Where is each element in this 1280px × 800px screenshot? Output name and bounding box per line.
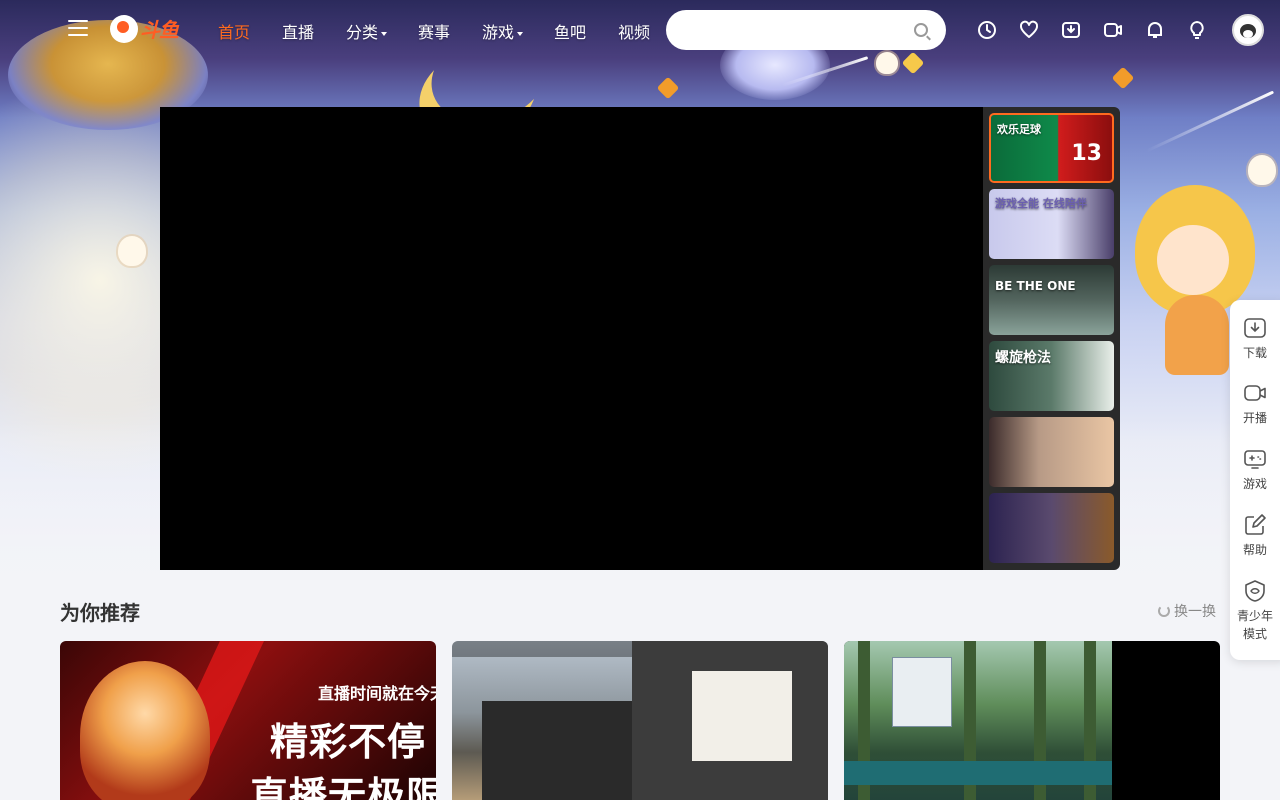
featured-thumb[interactable]: 欢乐足球 13: [989, 113, 1114, 183]
leaf-decoration: [656, 76, 680, 100]
side-help-label: 帮助: [1242, 543, 1267, 557]
side-golive-button[interactable]: 开播: [1230, 381, 1280, 427]
right-toolbar: 下载 开播 游戏 帮助 青少年模式: [1230, 300, 1280, 660]
nav-live[interactable]: 直播: [282, 19, 314, 43]
caret-down-icon: [517, 31, 524, 36]
avatar[interactable]: [1232, 14, 1264, 46]
refresh-label: 换一换: [1174, 604, 1216, 620]
nav-video[interactable]: 视频: [618, 19, 650, 43]
lightbulb-icon[interactable]: [1187, 20, 1207, 40]
featured-thumb[interactable]: BE THE ONE: [989, 265, 1114, 335]
side-help-button[interactable]: 帮助: [1230, 513, 1280, 559]
nav-events[interactable]: 赛事: [418, 19, 450, 43]
search-box: [666, 10, 946, 50]
featured-thumbnail-list: 欢乐足球 13 游戏全能 在线陪伴 BE THE ONE 螺旋枪法: [983, 107, 1120, 570]
card-headline-2: 直播无极限: [250, 774, 436, 800]
nav-games[interactable]: 游戏: [482, 19, 524, 43]
bell-icon[interactable]: [1145, 20, 1165, 40]
side-golive-label: 开播: [1242, 411, 1267, 425]
recommend-card[interactable]: 直播时间就在今天 精彩不停 直播无极限: [60, 641, 436, 800]
featured-thumb[interactable]: 螺旋枪法: [989, 341, 1114, 411]
video-player[interactable]: [160, 107, 983, 570]
side-games-label: 游戏: [1242, 477, 1267, 491]
side-download-button[interactable]: 下载: [1230, 316, 1280, 362]
game-scene: [844, 641, 1112, 800]
camera-live-icon[interactable]: [1103, 20, 1123, 40]
side-games-button[interactable]: 游戏: [1230, 447, 1280, 493]
side-teen-mode-label: 青少年模式: [1236, 609, 1273, 641]
recommend-card[interactable]: [844, 641, 1220, 800]
side-teen-mode-button[interactable]: 青少年模式: [1230, 579, 1280, 643]
download-icon[interactable]: [1061, 20, 1081, 40]
history-icon[interactable]: [977, 20, 997, 40]
logo-text: 斗鱼: [140, 18, 179, 42]
follow-heart-icon[interactable]: [1019, 20, 1039, 40]
recommend-card[interactable]: [452, 641, 828, 800]
shooting-star: [1145, 90, 1275, 153]
search-icon[interactable]: [914, 23, 928, 37]
bunny-decoration: [118, 236, 146, 266]
leaf-decoration: [1111, 66, 1135, 90]
side-download-label: 下载: [1242, 346, 1267, 360]
refresh-icon: [1158, 605, 1170, 617]
featured-thumb[interactable]: 游戏全能 在线陪伴: [989, 189, 1114, 259]
featured-thumb[interactable]: [989, 417, 1114, 487]
teen-mode-icon: [1245, 580, 1265, 602]
game-building: [632, 641, 828, 800]
game-menu-panel: [892, 657, 952, 727]
card-character-art: [80, 661, 210, 800]
nav-home[interactable]: 首页: [218, 19, 250, 43]
nav-fishbar[interactable]: 鱼吧: [554, 19, 586, 43]
gamepad-icon: [1244, 450, 1266, 469]
section-title: 为你推荐: [60, 601, 140, 625]
camera-live-icon: [1244, 385, 1266, 401]
top-nav: 斗鱼 首页 直播 分类 赛事 游戏 鱼吧 视频: [0, 0, 1280, 60]
download-icon: [1244, 318, 1266, 338]
card-headline: 精彩不停: [270, 720, 427, 764]
edit-help-icon: [1245, 514, 1266, 535]
search-input[interactable]: [666, 10, 896, 50]
logo-mascot-icon: [110, 14, 138, 43]
featured-thumb[interactable]: [989, 493, 1114, 563]
nav-category[interactable]: 分类: [346, 19, 388, 43]
menu-icon[interactable]: [68, 20, 88, 38]
refresh-button[interactable]: 换一换: [1158, 601, 1216, 621]
caret-down-icon: [381, 31, 388, 36]
bunny-decoration: [1248, 155, 1276, 185]
card-subtitle: 直播时间就在今天: [318, 684, 436, 703]
logo[interactable]: 斗鱼: [110, 14, 179, 43]
